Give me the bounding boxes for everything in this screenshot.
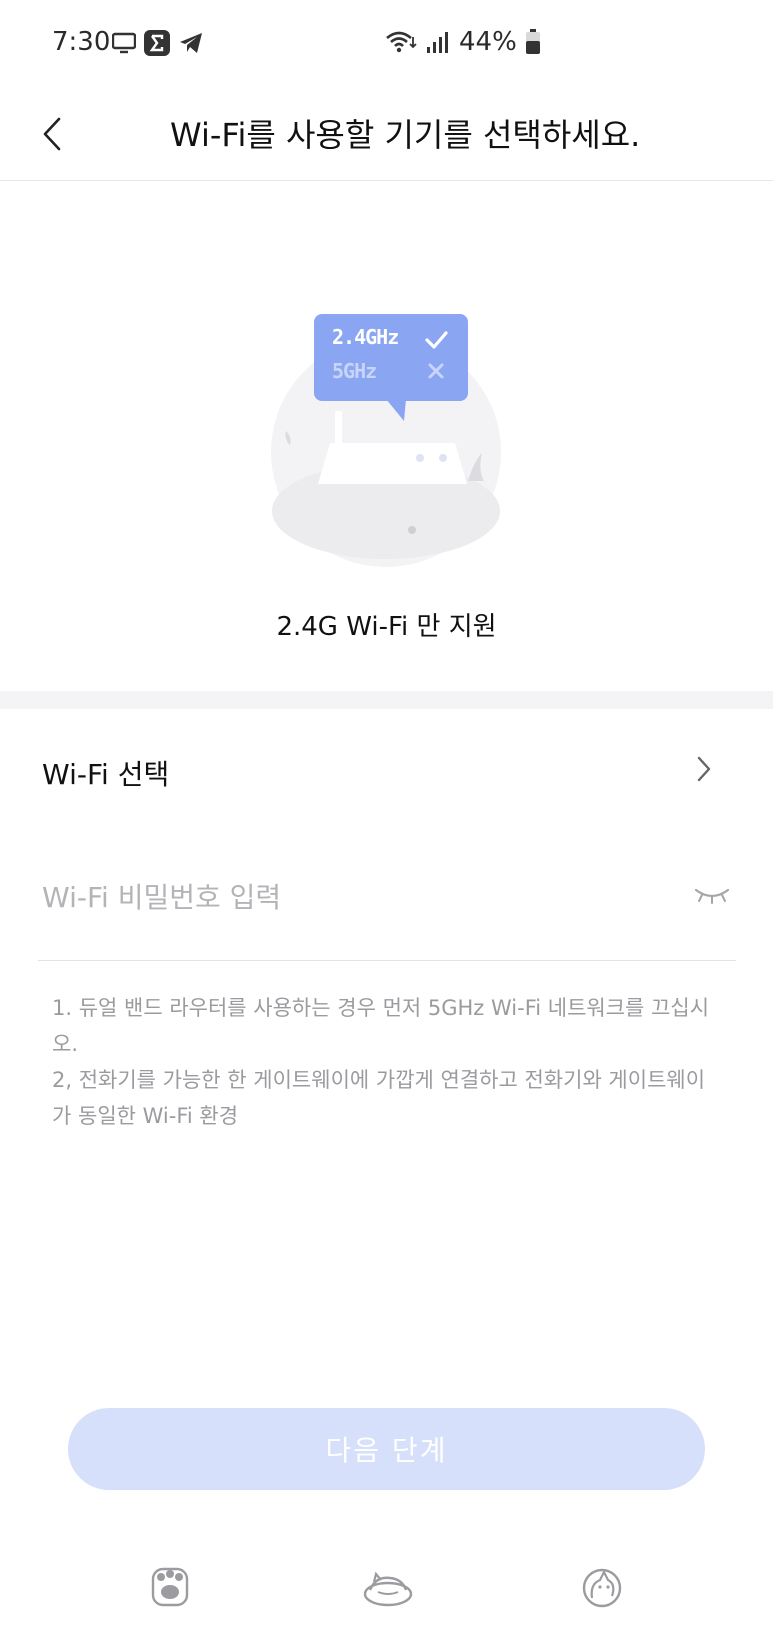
back-button[interactable]: [30, 104, 74, 164]
status-notification-icons: [112, 30, 204, 56]
battery-percent: 44%: [459, 27, 517, 57]
band-24ghz-label: 2.4GHz: [332, 325, 399, 349]
note-item: 1. 듀얼 밴드 라우터를 사용하는 경우 먼저 5GHz Wi-Fi 네트워크…: [52, 996, 710, 1056]
status-bar: 7:30 44%: [0, 0, 773, 90]
bottom-nav: [0, 1540, 773, 1632]
router-illustration: 2.4GHz 5GHz 2.4G Wi-Fi 만 지원: [0, 181, 773, 691]
eye-closed-icon[interactable]: [692, 882, 732, 912]
wifi-select-label: Wi-Fi 선택: [42, 758, 170, 791]
band-5ghz-label: 5GHz: [332, 359, 377, 383]
wifi-notes: 1. 듀얼 밴드 라우터를 사용하는 경우 먼저 5GHz Wi-Fi 네트워크…: [52, 990, 712, 1134]
paw-icon[interactable]: [146, 1562, 194, 1610]
cat-sleeping-icon[interactable]: [362, 1562, 414, 1610]
cat-playing-icon[interactable]: [578, 1562, 626, 1610]
section-divider: [0, 691, 773, 709]
sigma-app-icon: [144, 30, 170, 56]
status-time: 7:30: [52, 27, 111, 57]
chevron-right-icon: [697, 756, 711, 782]
page-title: Wi-Fi를 사용할 기기를 선택하세요.: [170, 116, 641, 154]
next-step-button[interactable]: 다음 단계: [68, 1408, 705, 1490]
battery-icon: [525, 29, 540, 54]
password-row: [38, 850, 736, 961]
band-support-caption: 2.4G Wi-Fi 만 지원: [276, 612, 497, 642]
wifi-password-input[interactable]: [42, 872, 662, 922]
wifi-icon: [386, 31, 417, 53]
note-item: 2, 전화기를 가능한 한 게이트웨이에 가깝게 연결하고 전화기와 게이트웨이…: [52, 1068, 706, 1128]
screen-cast-icon: [112, 32, 136, 54]
header: Wi-Fi를 사용할 기기를 선택하세요.: [0, 90, 773, 181]
wifi-select-row[interactable]: Wi-Fi 선택: [0, 725, 773, 815]
telegram-icon: [180, 33, 202, 53]
back-chevron-icon: [43, 117, 61, 151]
router-band-illustration: [271, 314, 501, 567]
signal-icon: [427, 32, 448, 53]
status-system-icons: 44%: [385, 27, 541, 57]
